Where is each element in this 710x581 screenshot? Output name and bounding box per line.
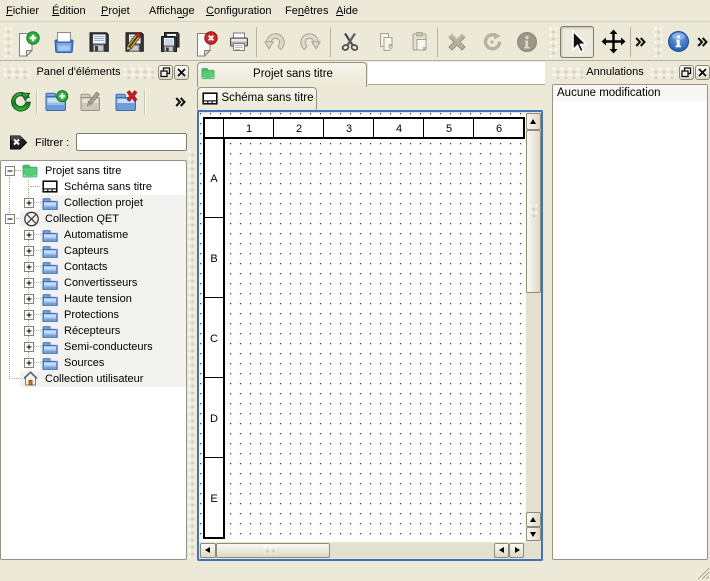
svg-text:2: 2 — [296, 123, 302, 135]
svg-text:B: B — [210, 253, 217, 265]
svg-text:D: D — [210, 413, 218, 425]
svg-text:5: 5 — [446, 123, 452, 135]
svg-text:C: C — [210, 333, 218, 345]
svg-text:6: 6 — [496, 123, 502, 135]
svg-text:3: 3 — [346, 123, 352, 135]
svg-text:E: E — [210, 493, 217, 505]
svg-text:4: 4 — [396, 123, 402, 135]
svg-text:1: 1 — [246, 123, 252, 135]
svg-text:A: A — [210, 173, 218, 185]
